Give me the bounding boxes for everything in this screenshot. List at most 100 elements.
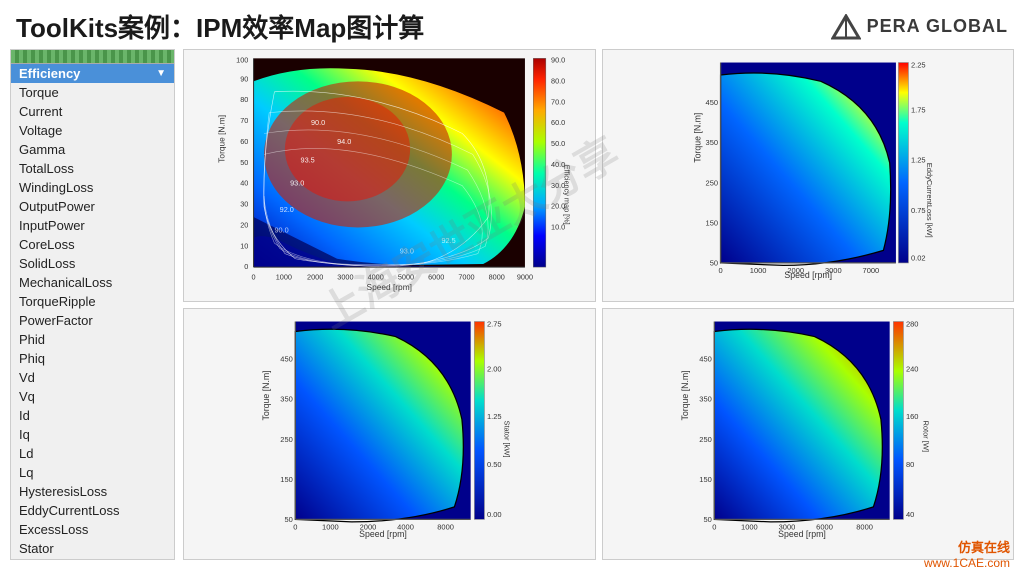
svg-text:450: 450	[705, 98, 718, 107]
sidebar-item-ld[interactable]: Ld	[11, 444, 174, 463]
sidebar-item-coreloss[interactable]: CoreLoss	[11, 235, 174, 254]
sidebar-item-hysteresisloss[interactable]: HysteresisLoss	[11, 482, 174, 501]
svg-text:6000: 6000	[816, 522, 833, 531]
main-layout: EfficiencyTorqueCurrentVoltageGammaTotal…	[0, 49, 1024, 570]
svg-text:50: 50	[284, 514, 292, 523]
svg-text:60: 60	[240, 137, 248, 146]
svg-text:450: 450	[699, 354, 712, 363]
svg-text:Torque [N.m]: Torque [N.m]	[261, 370, 271, 420]
svg-text:80.0: 80.0	[551, 76, 565, 85]
svg-text:100: 100	[236, 56, 248, 65]
sidebar-item-id[interactable]: Id	[11, 406, 174, 425]
svg-text:Rotor [W]: Rotor [W]	[921, 420, 930, 452]
sidebar-item-torqueripple[interactable]: TorqueRipple	[11, 292, 174, 311]
svg-text:1.25: 1.25	[910, 156, 925, 165]
sidebar-item-totalloss[interactable]: TotalLoss	[11, 159, 174, 178]
svg-text:93.5: 93.5	[301, 156, 315, 165]
top-right-chart-svg: Speed [rpm] Torque [N.m] 0 1000 2000 300…	[603, 50, 1014, 301]
sidebar-item-iq[interactable]: Iq	[11, 425, 174, 444]
svg-text:93.0: 93.0	[290, 179, 304, 188]
sidebar-item-solidloss[interactable]: SolidLoss	[11, 254, 174, 273]
sidebar-item-stator[interactable]: Stator	[11, 539, 174, 558]
sidebar-item-torque[interactable]: Torque	[11, 83, 174, 102]
svg-text:80: 80	[240, 95, 248, 104]
sidebar-item-outputpower[interactable]: OutputPower	[11, 197, 174, 216]
svg-text:160: 160	[905, 412, 918, 421]
svg-text:450: 450	[280, 354, 293, 363]
sidebar-item-vd[interactable]: Vd	[11, 368, 174, 387]
svg-text:94.0: 94.0	[337, 137, 351, 146]
top-right-chart: Speed [rpm] Torque [N.m] 0 1000 2000 300…	[602, 49, 1015, 302]
footer-line2: www.1CAE.com	[924, 556, 1010, 570]
sidebar-item-inputpower[interactable]: InputPower	[11, 216, 174, 235]
svg-text:93.0: 93.0	[400, 247, 414, 256]
svg-text:90: 90	[240, 74, 248, 83]
svg-text:150: 150	[280, 474, 293, 483]
svg-text:8000: 8000	[437, 522, 454, 531]
sidebar-item-phiq[interactable]: Phiq	[11, 349, 174, 368]
svg-text:4000: 4000	[397, 522, 414, 531]
sidebar-item-current[interactable]: Current	[11, 102, 174, 121]
svg-text:2.25: 2.25	[910, 61, 925, 70]
svg-text:2.00: 2.00	[487, 364, 502, 373]
sidebar-item-rotor[interactable]: Rotor	[11, 558, 174, 560]
logo-icon	[831, 14, 861, 40]
svg-text:0.02: 0.02	[910, 253, 925, 262]
svg-text:350: 350	[699, 394, 712, 403]
svg-text:1000: 1000	[322, 522, 339, 531]
sidebar-item-phid[interactable]: Phid	[11, 330, 174, 349]
bottom-right-chart-svg: Speed [rpm] Torque [N.m] 0 1000 3000 600…	[603, 309, 1014, 560]
svg-text:92.0: 92.0	[280, 205, 294, 214]
svg-text:40: 40	[240, 179, 248, 188]
svg-text:0.50: 0.50	[487, 459, 502, 468]
svg-text:0: 0	[252, 273, 256, 282]
svg-text:Torque [N.m]: Torque [N.m]	[680, 370, 690, 420]
charts-area: 90.0 94.0 93.5 93.0 92.0 90.0 93.0 92.5 …	[183, 49, 1014, 560]
sidebar-item-mechanicalloss[interactable]: MechanicalLoss	[11, 273, 174, 292]
svg-text:70: 70	[240, 116, 248, 125]
bottom-right-chart: Speed [rpm] Torque [N.m] 0 1000 3000 600…	[602, 308, 1015, 561]
sidebar-item-excessloss[interactable]: ExcessLoss	[11, 520, 174, 539]
svg-text:7000: 7000	[862, 266, 879, 275]
svg-text:0: 0	[718, 266, 722, 275]
svg-text:250: 250	[705, 178, 718, 187]
footer: 仿真在线 www.1CAE.com	[924, 537, 1010, 570]
svg-text:1000: 1000	[741, 522, 758, 531]
svg-text:90.0: 90.0	[551, 56, 565, 65]
svg-text:8000: 8000	[856, 522, 873, 531]
sidebar-item-vq[interactable]: Vq	[11, 387, 174, 406]
svg-text:5000: 5000	[398, 273, 414, 282]
svg-text:0.75: 0.75	[910, 206, 925, 215]
svg-text:90.0: 90.0	[274, 226, 288, 235]
svg-text:10: 10	[240, 241, 248, 250]
svg-text:30: 30	[240, 200, 248, 209]
logo-text: PERA GLOBAL	[867, 16, 1008, 37]
svg-text:240: 240	[905, 364, 918, 373]
svg-text:Speed [rpm]: Speed [rpm]	[367, 282, 412, 292]
svg-text:70.0: 70.0	[551, 97, 565, 106]
svg-text:92.5: 92.5	[441, 236, 455, 245]
svg-text:60.0: 60.0	[551, 118, 565, 127]
bottom-left-chart: Speed [rpm] Torque [N.m] 0 1000 2000 400…	[183, 308, 596, 561]
footer-line1: 仿真在线	[924, 537, 1010, 556]
svg-text:4000: 4000	[368, 273, 384, 282]
svg-text:2000: 2000	[307, 273, 323, 282]
sidebar-item-voltage[interactable]: Voltage	[11, 121, 174, 140]
sidebar-item-efficiency[interactable]: Efficiency	[11, 64, 174, 83]
sidebar-item-windingloss[interactable]: WindingLoss	[11, 178, 174, 197]
logo-area: PERA GLOBAL	[831, 14, 1008, 40]
svg-text:3000: 3000	[337, 273, 353, 282]
sidebar-item-powerfactor[interactable]: PowerFactor	[11, 311, 174, 330]
svg-text:EddyCurrentLoss [kW]: EddyCurrentLoss [kW]	[925, 163, 934, 238]
svg-text:3000: 3000	[824, 266, 841, 275]
sidebar-item-gamma[interactable]: Gamma	[11, 140, 174, 159]
sidebar-item-eddycurrentloss[interactable]: EddyCurrentLoss	[11, 501, 174, 520]
svg-text:2.75: 2.75	[487, 319, 502, 328]
svg-text:1.25: 1.25	[487, 412, 502, 421]
svg-text:6000: 6000	[428, 273, 444, 282]
sidebar-item-lq[interactable]: Lq	[11, 463, 174, 482]
main-chart: 90.0 94.0 93.5 93.0 92.0 90.0 93.0 92.5 …	[183, 49, 596, 302]
page-title: ToolKits案例：IPM效率Map图计算	[16, 8, 424, 45]
svg-text:1.75: 1.75	[910, 106, 925, 115]
sidebar[interactable]: EfficiencyTorqueCurrentVoltageGammaTotal…	[10, 49, 175, 560]
